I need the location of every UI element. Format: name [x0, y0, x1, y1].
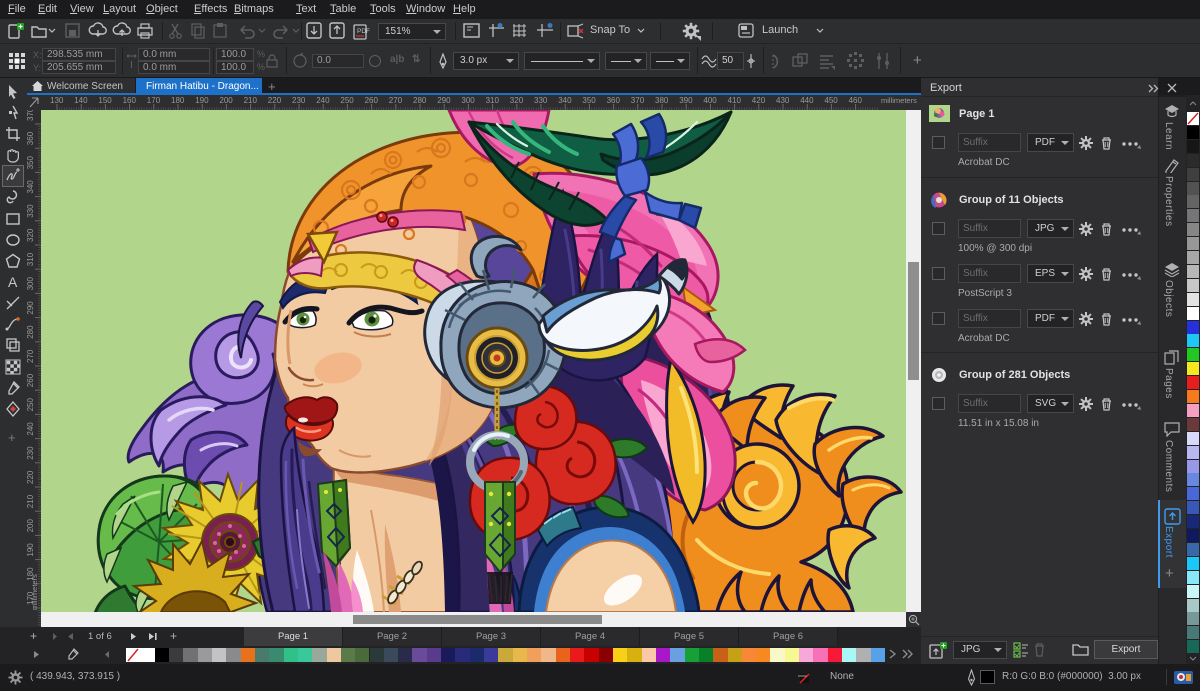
svg-text:280: 280 [413, 96, 427, 105]
svg-text:420: 420 [752, 96, 766, 105]
svg-text:370: 370 [631, 96, 645, 105]
svg-text:190: 190 [27, 543, 35, 557]
svg-text:200: 200 [219, 96, 233, 105]
svg-text:230: 230 [292, 96, 306, 105]
svg-text:millimeters: millimeters [881, 96, 917, 105]
svg-text:340: 340 [27, 180, 35, 194]
svg-text:380: 380 [655, 96, 669, 105]
svg-text:210: 210 [244, 96, 258, 105]
svg-text:millimeters: millimeters [30, 574, 39, 610]
svg-text:280: 280 [27, 325, 35, 339]
svg-text:290: 290 [27, 301, 35, 315]
svg-text:160: 160 [123, 96, 137, 105]
svg-text:290: 290 [437, 96, 451, 105]
svg-text:150: 150 [98, 96, 112, 105]
svg-text:350: 350 [27, 156, 35, 170]
svg-text:260: 260 [27, 373, 35, 387]
svg-text:200: 200 [27, 519, 35, 533]
svg-text:360: 360 [607, 96, 621, 105]
svg-text:130: 130 [50, 96, 64, 105]
svg-text:450: 450 [824, 96, 838, 105]
svg-text:350: 350 [582, 96, 596, 105]
svg-text:240: 240 [316, 96, 330, 105]
svg-text:210: 210 [27, 494, 35, 508]
svg-text:320: 320 [510, 96, 524, 105]
svg-text:300: 300 [461, 96, 475, 105]
svg-text:440: 440 [800, 96, 814, 105]
svg-text:460: 460 [849, 96, 863, 105]
svg-text:PDF: PDF [357, 28, 370, 35]
svg-text:410: 410 [728, 96, 742, 105]
svg-text:330: 330 [534, 96, 548, 105]
svg-text:340: 340 [558, 96, 572, 105]
svg-text:270: 270 [389, 96, 403, 105]
svg-text:400: 400 [703, 96, 717, 105]
svg-text:310: 310 [27, 252, 35, 266]
svg-text:250: 250 [27, 398, 35, 412]
svg-text:330: 330 [27, 204, 35, 218]
svg-text:260: 260 [365, 96, 379, 105]
svg-text:250: 250 [340, 96, 354, 105]
svg-text:320: 320 [27, 228, 35, 242]
svg-text:230: 230 [27, 446, 35, 460]
svg-text:140: 140 [74, 96, 88, 105]
svg-text:270: 270 [27, 349, 35, 363]
svg-text:370: 370 [27, 110, 35, 121]
svg-text:430: 430 [776, 96, 790, 105]
svg-text:310: 310 [486, 96, 500, 105]
svg-text:390: 390 [679, 96, 693, 105]
svg-text:A: A [8, 274, 18, 290]
svg-text:240: 240 [27, 422, 35, 436]
svg-text:180: 180 [171, 96, 185, 105]
svg-text:170: 170 [147, 96, 161, 105]
svg-text:190: 190 [195, 96, 209, 105]
svg-text:360: 360 [27, 131, 35, 145]
svg-text:300: 300 [27, 277, 35, 291]
svg-text:220: 220 [268, 96, 282, 105]
svg-text:220: 220 [27, 470, 35, 484]
